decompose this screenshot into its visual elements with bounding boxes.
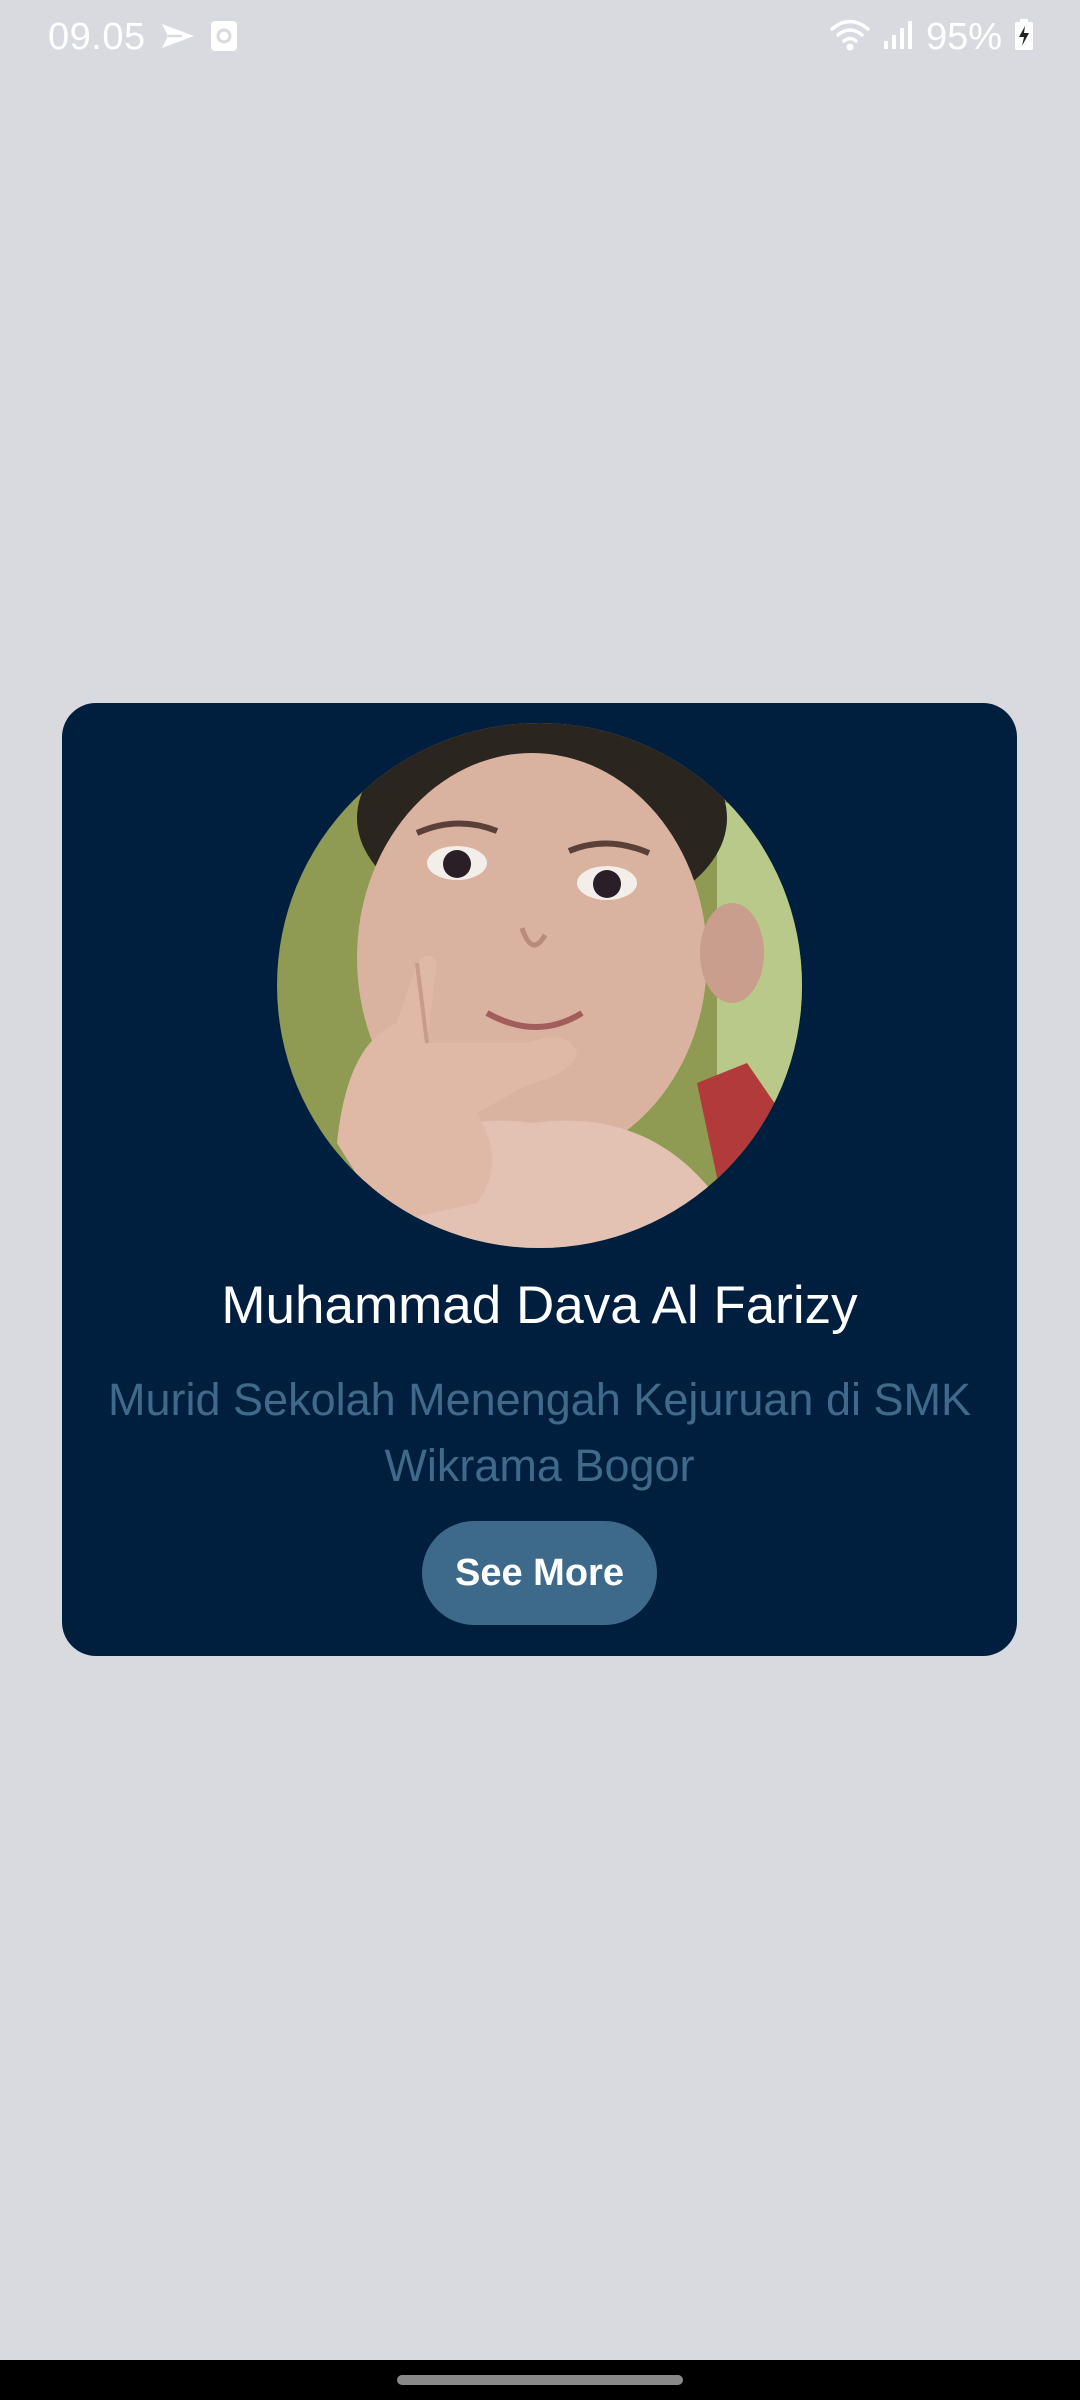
status-bar: 09.05 95% — [0, 0, 1080, 80]
profile-card: Muhammad Dava Al Farizy Murid Sekolah Me… — [62, 703, 1017, 1656]
battery-charging-icon — [1014, 19, 1034, 56]
status-time: 09.05 — [48, 16, 146, 58]
profile-avatar — [277, 723, 802, 1248]
home-indicator[interactable] — [397, 2375, 683, 2385]
screen-record-icon — [210, 20, 238, 57]
profile-description: Murid Sekolah Menengah Kejuruan di SMK W… — [108, 1374, 971, 1491]
wifi-icon — [830, 18, 870, 57]
status-right: 95% — [830, 16, 1034, 59]
battery-percentage: 95% — [925, 16, 1002, 58]
signal-icon — [882, 19, 914, 56]
status-left-icons — [160, 20, 238, 57]
see-more-button[interactable]: See More — [422, 1521, 657, 1625]
send-icon — [160, 21, 196, 56]
navigation-bar — [0, 2360, 1080, 2400]
profile-name: Muhammad Dava Al Farizy — [221, 1276, 858, 1335]
